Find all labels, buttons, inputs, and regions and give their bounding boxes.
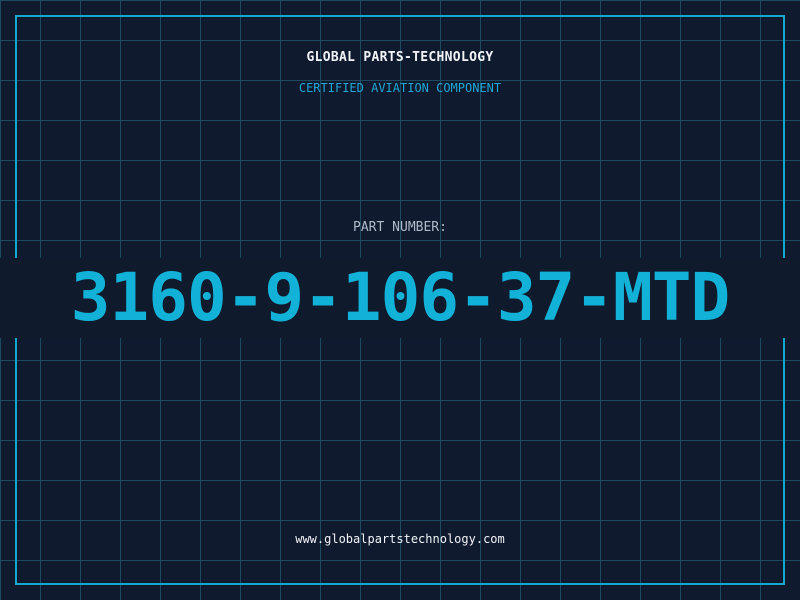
part-number-label: PART NUMBER: (353, 220, 447, 235)
part-number-value: 3160-9-106-37-MTD (70, 259, 731, 336)
website-url: www.globalpartstechnology.com (295, 532, 505, 546)
certification-subtitle: CERTIFIED AVIATION COMPONENT (298, 81, 502, 95)
brand-title: GLOBAL PARTS-TECHNOLOGY (306, 50, 494, 65)
